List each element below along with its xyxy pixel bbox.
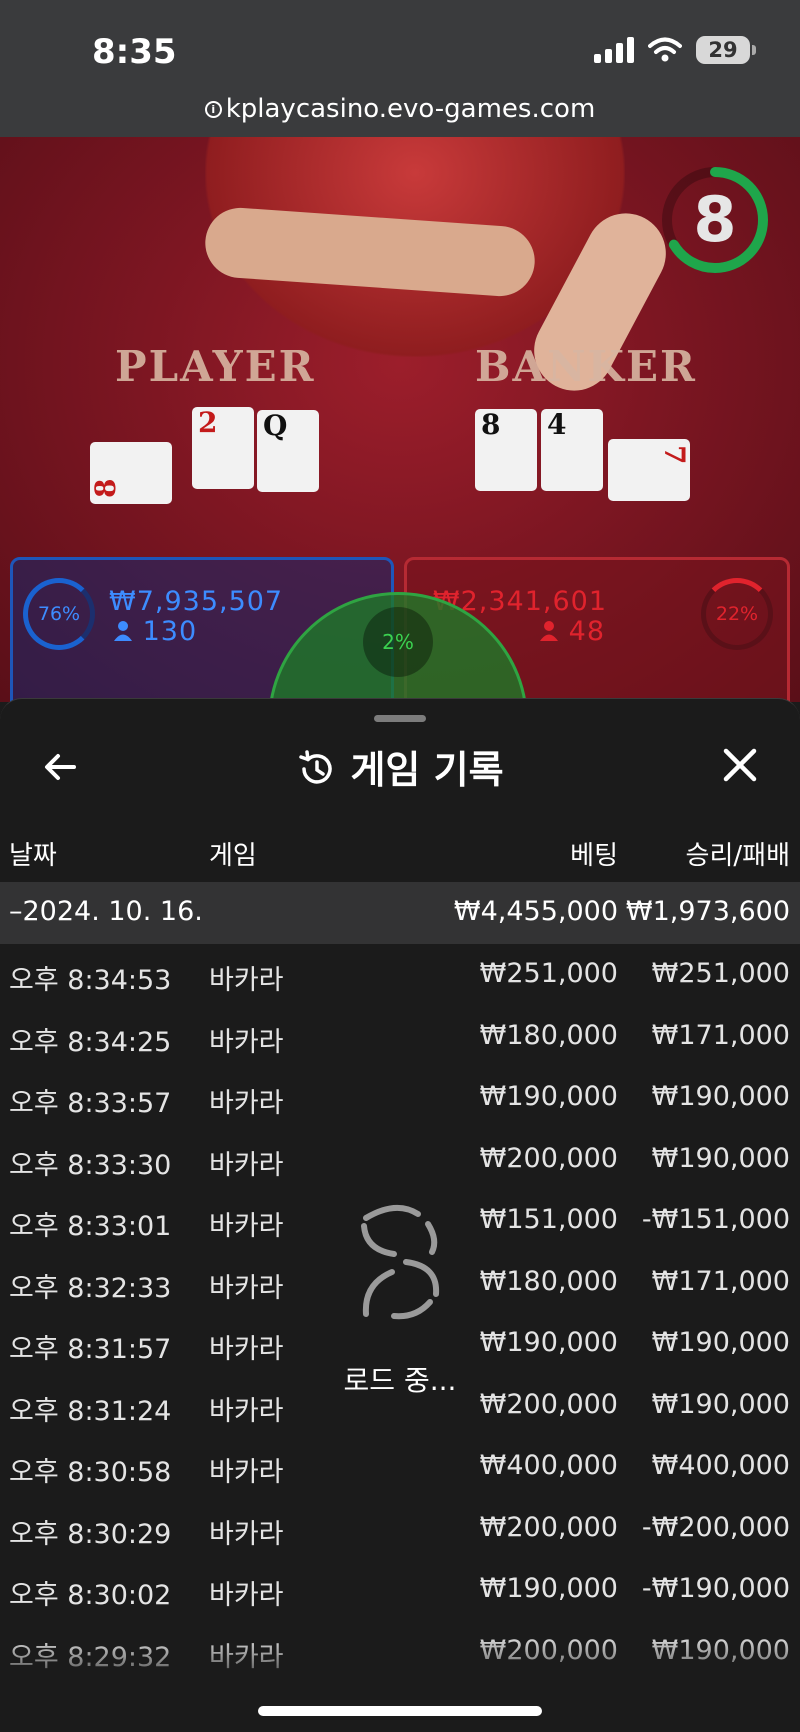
loading-text: 로드 중...	[343, 1364, 457, 1397]
column-game: 게임	[209, 841, 257, 871]
row-game: 바카라	[209, 1272, 284, 1304]
row-game: 바카라	[209, 1457, 284, 1488]
tie-percent: 2%	[363, 607, 433, 677]
history-row[interactable]: 오후 8:30:58 바카라 ₩400,000 ₩400,000	[0, 1436, 800, 1498]
column-bet: 베팅	[570, 841, 618, 871]
banker-table-label: BANKER	[475, 342, 697, 391]
row-time: 오후 8:31:57	[9, 1334, 172, 1365]
close-icon[interactable]	[720, 745, 760, 785]
player-card-3: Q	[257, 410, 319, 492]
banker-bettor-count: 48	[539, 616, 605, 647]
player-percent: 76%	[23, 578, 95, 650]
row-result: -₩151,000	[641, 1204, 790, 1235]
row-game: 바카라	[209, 1026, 284, 1058]
history-row[interactable]: 오후 8:34:25 바카라 ₩180,000 ₩171,000	[0, 1006, 800, 1068]
history-row[interactable]: 오후 8:33:57 바카라 ₩190,000 ₩190,000	[0, 1067, 800, 1129]
row-game: 바카라	[209, 1518, 284, 1550]
player-bettor-count: 130	[113, 616, 197, 647]
person-icon	[114, 621, 132, 641]
timer-value: 8	[693, 183, 737, 256]
player-bet-amount: ₩7,935,507	[109, 586, 284, 617]
home-indicator[interactable]	[258, 1706, 542, 1716]
player-card-1: 8	[89, 442, 172, 504]
row-time: 오후 8:33:57	[9, 1088, 172, 1119]
row-bet: ₩200,000	[479, 1142, 618, 1174]
banker-card-2: 4	[541, 409, 603, 491]
row-result: -₩190,000	[641, 1573, 790, 1604]
row-bet: ₩200,000	[479, 1511, 618, 1543]
history-icon	[299, 750, 333, 784]
live-video: PLAYER BANKER 8 2 Q 8 4 7 8 76% ₩7,935,5…	[0, 137, 800, 702]
row-game: 바카라	[209, 965, 284, 996]
row-time: 오후 8:30:29	[9, 1518, 172, 1550]
column-date: 날짜	[9, 841, 57, 871]
row-time: 오후 8:30:58	[9, 1457, 172, 1488]
row-result: ₩190,000	[651, 1327, 790, 1358]
row-result: ₩251,000	[651, 958, 790, 989]
game-history-sheet: 게임 기록 날짜 게임 베팅 승리/패배 –2024. 10. 16. ₩4,4…	[0, 698, 800, 1732]
row-bet: ₩400,000	[479, 1450, 618, 1481]
date-group-date: –2024. 10. 16.	[9, 896, 203, 927]
row-game: 바카라	[209, 1395, 284, 1427]
row-bet: ₩251,000	[479, 958, 618, 989]
row-result: ₩171,000	[651, 1265, 790, 1297]
wifi-icon	[648, 37, 682, 62]
row-game: 바카라	[209, 1580, 284, 1611]
sheet-grabber[interactable]	[374, 715, 426, 722]
row-result: ₩171,000	[651, 1019, 790, 1051]
date-group-total-bet: ₩4,455,000	[453, 896, 618, 927]
history-row[interactable]: 오후 8:34:53 바카라 ₩251,000 ₩251,000	[0, 944, 800, 1006]
row-time: 오후 8:33:01	[9, 1211, 172, 1242]
row-time: 오후 8:31:24	[9, 1395, 172, 1427]
row-bet: ₩200,000	[479, 1388, 618, 1420]
row-game: 바카라	[209, 1211, 284, 1242]
row-time: 오후 8:32:33	[9, 1272, 172, 1304]
date-group-total-result: ₩1,973,600	[625, 896, 790, 927]
row-result: ₩400,000	[651, 1450, 790, 1481]
banker-card-1: 8	[475, 409, 537, 491]
person-icon	[540, 621, 559, 641]
row-time: 오후 8:34:25	[9, 1026, 172, 1058]
row-result: ₩190,000	[651, 1388, 790, 1420]
signal-icon	[594, 37, 634, 63]
date-group-row[interactable]: –2024. 10. 16. ₩4,455,000 ₩1,973,600	[0, 882, 800, 944]
row-bet: ₩151,000	[479, 1204, 618, 1235]
sheet-title: 게임 기록	[0, 739, 800, 794]
row-result: -₩200,000	[641, 1511, 790, 1543]
url-text: kplaycasino.evo-games.com	[225, 94, 596, 124]
row-time: 오후 8:33:30	[9, 1149, 172, 1181]
row-game: 바카라	[209, 1088, 284, 1119]
banker-percent: 22%	[701, 578, 773, 650]
row-bet: ₩180,000	[479, 1265, 618, 1297]
row-bet: ₩190,000	[479, 1573, 618, 1604]
row-time: 오후 8:34:53	[9, 965, 172, 996]
battery-icon: 29	[696, 36, 756, 64]
status-icons: 29	[594, 36, 756, 64]
history-row[interactable]: 오후 8:33:30 바카라 ₩200,000 ₩190,000	[0, 1129, 800, 1191]
row-game: 바카라	[209, 1149, 284, 1181]
row-time: 오후 8:30:02	[9, 1580, 172, 1611]
countdown-timer: 8	[660, 165, 770, 275]
column-win-loss: 승리/패배	[685, 841, 790, 871]
row-bet: ₩190,000	[479, 1327, 618, 1358]
status-bar: 8:35 29 i kplaycasino.evo-games.com	[0, 0, 800, 137]
row-result: ₩190,000	[651, 1081, 790, 1112]
status-time: 8:35	[92, 32, 177, 72]
player-table-label: PLAYER	[115, 342, 316, 391]
row-bet: ₩190,000	[479, 1081, 618, 1112]
row-result: ₩190,000	[651, 1142, 790, 1174]
loading-spinner-icon	[361, 1205, 440, 1320]
history-row[interactable]: 오후 8:30:02 바카라 ₩190,000 -₩190,000	[0, 1559, 800, 1621]
info-icon[interactable]: i	[204, 101, 222, 118]
banker-card-3: 7	[608, 439, 691, 501]
history-row[interactable]: 오후 8:30:29 바카라 ₩200,000 -₩200,000	[0, 1498, 800, 1560]
row-game: 바카라	[209, 1334, 284, 1365]
address-bar[interactable]: i kplaycasino.evo-games.com	[0, 94, 800, 124]
player-card-2: 2	[192, 407, 254, 489]
list-fade	[0, 1634, 800, 1732]
row-bet: ₩180,000	[479, 1019, 618, 1051]
